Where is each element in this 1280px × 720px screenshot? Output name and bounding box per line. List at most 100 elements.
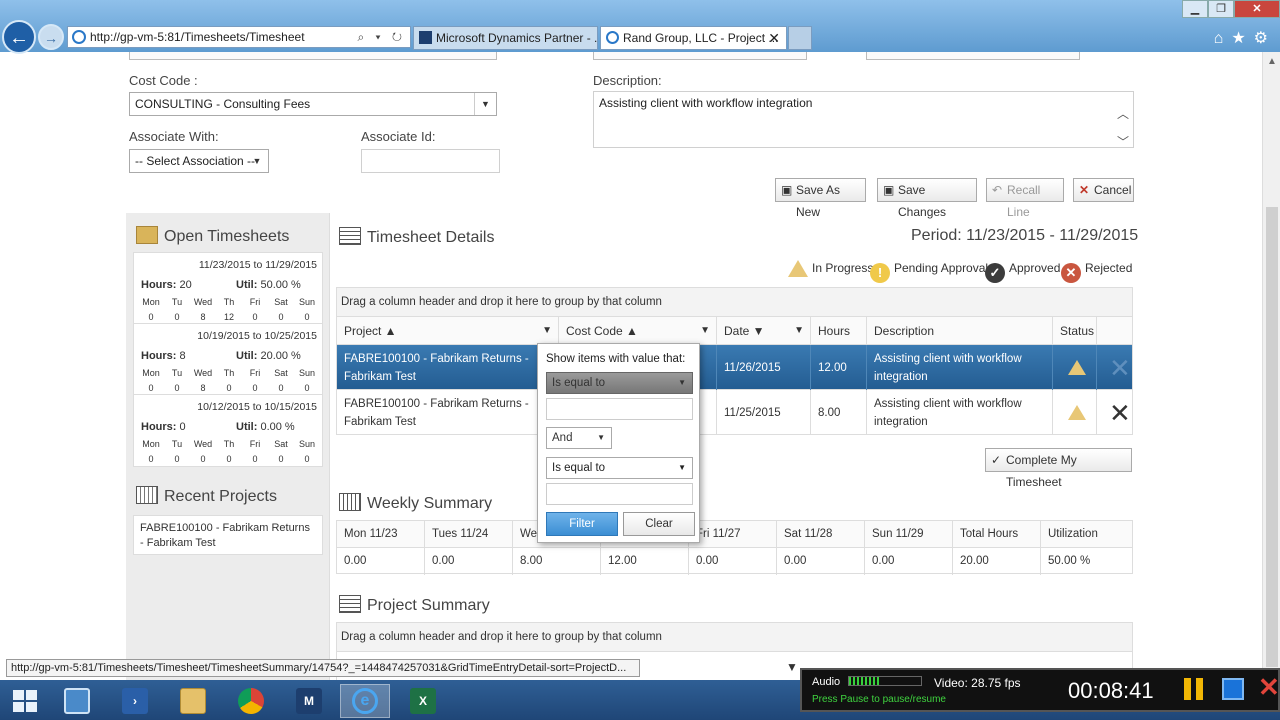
associate-with-label: Associate With: [129,129,219,144]
column-header-date[interactable]: Date ▼ ▼ [717,317,811,345]
description-value: Assisting client with workflow integrati… [599,96,813,110]
textarea-scroll-icons[interactable]: ︿ ﹀ [1117,100,1129,156]
filter-operator-2[interactable]: Is equal to ▼ [546,457,693,479]
address-url: http://gp-vm-5:81/Timesheets/Timesheet [90,30,305,44]
week-header-cell: Tues 11/24 [425,521,513,548]
recent-project-item[interactable]: FABRE100100 - Fabrikam Returns - Fabrika… [133,515,323,555]
filter-icon[interactable]: ▼ [786,660,798,674]
page-scrollbar[interactable]: ▲ [1262,52,1280,680]
address-tools-icons[interactable]: ⌕ ▾ ↻ [357,27,406,47]
cancel-button[interactable]: ✕ Cancel [1073,178,1134,202]
period-label: Period: 11/23/2015 - 11/29/2015 [911,227,1139,244]
delete-x-icon[interactable]: ✕ [1109,355,1131,381]
approved-check-icon: ✓ [985,263,1005,283]
timesheet-grid: Drag a column header and drop it here to… [336,287,1133,435]
column-header-hours[interactable]: Hours [811,317,867,345]
cancel-x-icon: ✕ [1079,183,1090,197]
week-value-cell: 12.00 [601,548,689,575]
cost-code-select[interactable]: CONSULTING - Consulting Fees ▼ [129,92,497,116]
filter-popup-title: Show items with value that: [546,353,686,365]
column-header-description[interactable]: Description [867,317,1053,345]
complete-timesheet-button[interactable]: ✓ Complete My Timesheet [985,448,1132,489]
filter-operator-1[interactable]: Is equal to ▼ [546,372,693,394]
cell-delete: ✕ [1097,390,1133,435]
timesheet-details-title: Timesheet Details [339,227,494,247]
recorder-audio-label: Audio [812,676,841,688]
timesheet-item[interactable]: 11/23/2015 to 11/29/2015 Hours: 20 Util:… [134,253,322,324]
table-row[interactable]: FABRE100100 - Fabrikam Returns - Fabrika… [337,345,1132,390]
ie-icon: e [352,688,378,714]
restore-icon[interactable]: ❐ [1208,0,1234,18]
start-button[interactable] [0,684,50,718]
filter-icon[interactable]: ▼ [700,317,710,345]
stop-icon[interactable] [1222,678,1244,700]
table-row[interactable]: FABRE100100 - Fabrikam Returns - Fabrika… [337,390,1132,435]
dynamics-icon [419,31,432,44]
recall-line-button[interactable]: ↶ Recall Line [986,178,1064,219]
excel-icon: X [410,688,436,714]
save-changes-button[interactable]: ▣ Save Changes [877,178,977,219]
week-header-cell: Fri 11/27 [689,521,777,548]
filter-value-2[interactable] [546,483,693,505]
minimize-icon[interactable]: ▁ [1182,0,1208,18]
project-field-cut[interactable] [129,52,497,60]
pause-icon[interactable] [1184,678,1204,700]
new-tab-button[interactable] [788,26,812,50]
column-header-status[interactable]: Status [1053,317,1097,345]
weekly-header-row: Mon 11/23 Tues 11/24 Wed 11/25 Thu 11/26… [337,521,1132,548]
filter-logic-select[interactable]: And ▼ [546,427,612,449]
week-header-cell: Mon 11/23 [337,521,425,548]
cell-date: 11/26/2015 [717,345,811,390]
timesheet-item[interactable]: 10/12/2015 to 10/15/2015 Hours: 0 Util: … [134,395,322,466]
clear-button[interactable]: Clear [623,512,695,536]
taskbar-dynamics[interactable]: M [284,684,334,718]
group-drop-area[interactable]: Drag a column header and drop it here to… [337,288,1132,317]
scroll-thumb[interactable] [1266,207,1278,667]
cell-status [1053,345,1097,390]
close-tab-icon[interactable]: ✕ [768,27,780,49]
taskbar-server-manager[interactable] [52,684,102,718]
scroll-up-icon[interactable]: ▲ [1267,56,1277,67]
browser-tools: ⌂★⚙ [1214,28,1276,48]
pending-approval-icon: ! [870,263,890,283]
taskbar-chrome[interactable] [226,684,276,718]
date-field-cut[interactable] [593,52,807,60]
delete-x-icon[interactable]: ✕ [1109,400,1131,426]
powershell-icon: › [122,688,148,714]
taskbar-powershell[interactable]: › [110,684,160,718]
column-header-project[interactable]: Project ▲ ▼ [337,317,559,345]
home-icon[interactable]: ⌂ [1214,30,1232,47]
cell-date: 11/25/2015 [717,390,811,435]
hours-field-cut[interactable] [866,52,1080,60]
address-bar[interactable]: http://gp-vm-5:81/Timesheets/Timesheet ⌕… [67,26,411,48]
taskbar-internet-explorer[interactable]: e [340,684,390,718]
favorites-star-icon[interactable]: ★ [1231,30,1253,47]
browser-tab-rand[interactable]: Rand Group, LLC - Project ... ✕ [600,26,787,50]
associate-with-select[interactable]: -- Select Association -- ▼ [129,149,269,173]
back-button[interactable]: ← [2,20,36,54]
group-drop-area[interactable]: Drag a column header and drop it here to… [337,623,1132,652]
close-window-icon[interactable]: ✕ [1234,0,1280,18]
gear-icon[interactable]: ⚙ [1254,30,1276,47]
in-progress-icon [1068,360,1086,375]
column-header-cost-code[interactable]: Cost Code ▲ ▼ [559,317,717,345]
week-value-cell: 50.00 % [1048,555,1091,567]
filter-icon[interactable]: ▼ [794,317,804,345]
save-as-new-button[interactable]: ▣ Save As New [775,178,866,219]
open-timesheets-list: 11/23/2015 to 11/29/2015 Hours: 20 Util:… [133,252,323,467]
description-textarea[interactable]: Assisting client with workflow integrati… [593,91,1134,149]
taskbar-excel[interactable]: X [398,684,448,718]
save-as-new-label: Save As New [796,183,841,219]
taskbar-explorer[interactable] [168,684,218,718]
timesheet-item[interactable]: 10/19/2015 to 10/25/2015 Hours: 8 Util: … [134,324,322,395]
filter-icon[interactable]: ▼ [542,317,552,345]
associate-id-input[interactable] [361,149,500,173]
browser-tab-dynamics[interactable]: Microsoft Dynamics Partner - ... [413,26,598,50]
status-bar-url: http://gp-vm-5:81/Timesheets/Timesheet/T… [6,659,640,677]
filter-button[interactable]: Filter [546,512,618,536]
close-recorder-icon[interactable]: ✕ [1258,672,1280,703]
browser-chrome: ← → http://gp-vm-5:81/Timesheets/Timeshe… [0,0,1280,54]
associate-id-label: Associate Id: [361,129,436,144]
forward-button[interactable]: → [38,24,64,50]
filter-value-1[interactable] [546,398,693,420]
